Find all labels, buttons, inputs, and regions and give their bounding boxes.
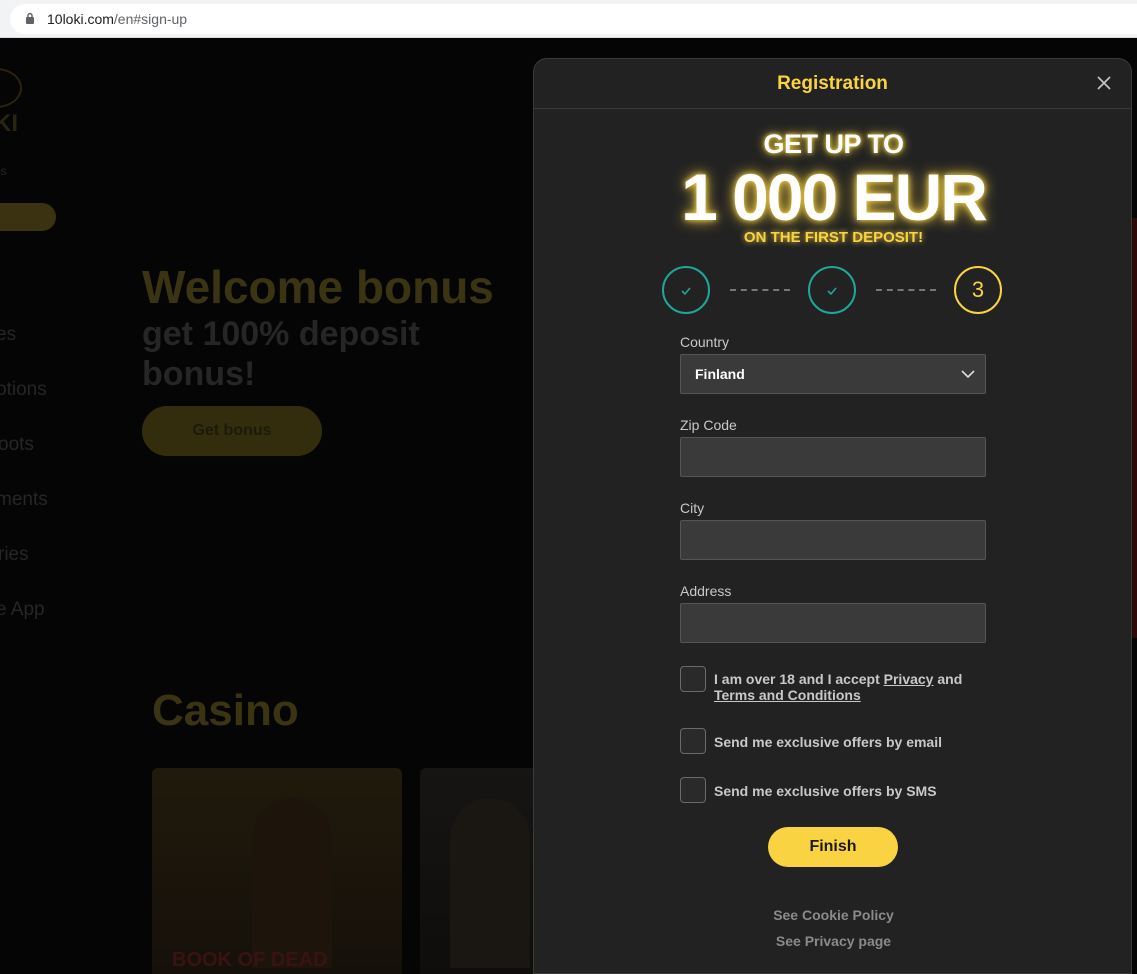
promo-headline: GET UP TO [763,129,904,159]
game-card-label: BOOK OF DEAD [172,949,328,971]
game-card: BOOK OF DEAD [152,768,402,974]
zip-code-input[interactable] [680,437,986,477]
sidebar-item: ments [0,489,48,510]
step-1-complete [662,266,710,314]
step-connector [730,289,790,291]
sms-offers-checkbox[interactable] [680,777,706,803]
close-icon[interactable] [1095,74,1113,92]
country-select[interactable]: Finland [680,354,986,394]
sidebar-pill [0,203,56,231]
sidebar-item: ns [0,164,7,178]
privacy-page-link[interactable]: See Privacy page [534,933,1133,949]
hero-button: Get bonus [142,406,322,456]
browser-address-bar: 10loki.com/en#sign-up [0,0,1137,38]
sidebar-item: otions [0,379,47,400]
lock-icon [26,12,34,24]
check-icon [681,287,691,296]
sms-offers-label: Send me exclusive offers by SMS [714,783,937,799]
modal-header: Registration [534,59,1131,109]
promo-amount: 1 000 EUR [681,160,988,234]
step-connector [876,289,936,291]
hero-title: Welcome bonus [142,261,494,313]
privacy-link[interactable]: Privacy [884,671,934,687]
address-label: Address [680,583,732,599]
city-input[interactable] [680,520,986,560]
sidebar-item: ries [0,544,29,565]
zip-code-label: Zip Code [680,417,737,433]
promo-subline: ON THE FIRST DEPOSIT! [743,229,924,246]
step-3-current: 3 [954,266,1002,314]
sidebar-item: e App [0,599,45,620]
country-value: Finland [695,366,745,382]
age-terms-label: I am over 18 and I accept Privacy and Te… [714,671,994,703]
email-offers-label: Send me exclusive offers by email [714,734,942,750]
url-path: /en#sign-up [113,11,188,27]
step-2-complete [808,266,856,314]
city-label: City [680,500,705,516]
game-art [252,798,332,968]
chevron-down-icon [961,370,975,379]
finish-button[interactable]: Finish [768,827,898,867]
check-icon [827,287,837,296]
email-offers-checkbox[interactable] [680,728,706,754]
site-logo-icon [0,68,22,108]
address-input[interactable] [680,603,986,643]
age-terms-and: and [933,671,963,687]
age-terms-checkbox[interactable] [680,666,706,692]
age-terms-prefix: I am over 18 and I accept [714,671,884,687]
sidebar-item: oots [0,434,34,455]
terms-link[interactable]: Terms and Conditions [714,687,861,703]
game-art [450,798,530,968]
url-domain: 10loki.com [47,11,114,27]
casino-section-title: Casino [152,686,299,735]
site-logo-text: KI [0,110,18,137]
hero-subtitle: get 100% deposit bonus! [142,315,420,393]
sidebar-item: es [0,324,17,345]
modal-title: Registration [777,73,888,94]
registration-modal: Registration GET UP TO 1 000 EUR ON THE … [533,58,1132,974]
country-label: Country [680,334,730,350]
url-text[interactable]: 10loki.com/en#sign-up [47,11,187,27]
cookie-policy-link[interactable]: See Cookie Policy [534,907,1133,923]
